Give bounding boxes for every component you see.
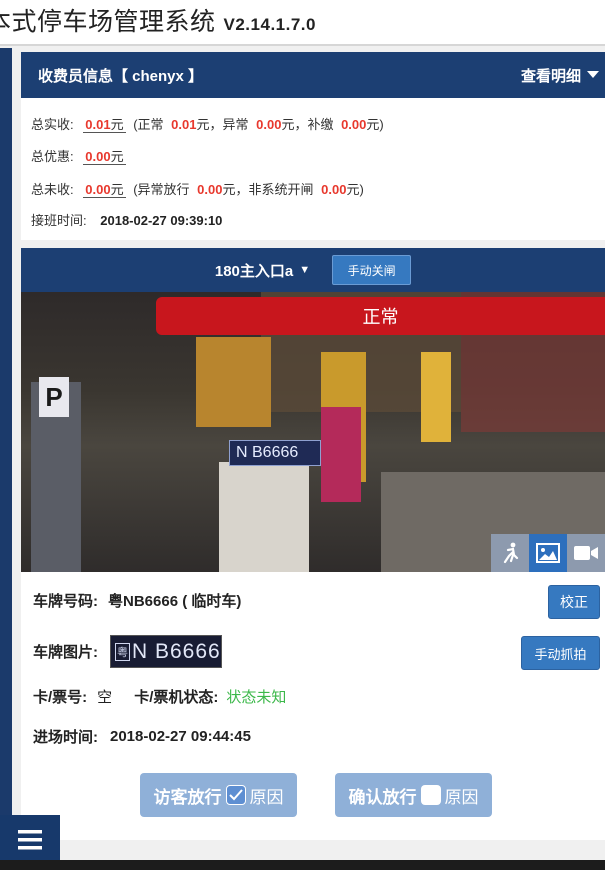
gate-select[interactable]: 180主入口a ▼ — [215, 260, 310, 281]
left-sidebar-strip — [0, 48, 12, 870]
plate-number-label: 车牌号码: — [33, 593, 98, 610]
plate-image-prefix: 粤 — [115, 642, 130, 661]
cashier-header-title: 收费员信息【 chenyx 】 — [38, 67, 204, 85]
yuan-unit: 元 — [110, 182, 124, 197]
app-title-text: 本式停车场管理系统 — [0, 8, 216, 36]
parking-sign: P — [39, 377, 69, 417]
app-version: V2.14.1.7.0 — [223, 15, 316, 34]
supplement-label: 元，补缴 — [281, 117, 334, 132]
confirm-reason-checkbox[interactable] — [420, 785, 441, 805]
confirm-release-label[interactable]: 确认放行 — [349, 783, 417, 808]
scene-cabinet — [219, 462, 309, 572]
shift-time-line: 接班时间: 2018-02-27 09:39:10 — [31, 210, 222, 229]
title-bar: 本式停车场管理系统 V2.14.1.7.0 — [0, 0, 605, 46]
total-discount-amount-box: 0.00元 — [83, 149, 126, 165]
total-received-amount-box: 0.01元 — [83, 117, 126, 133]
plate-image-text: N B6666 — [132, 639, 221, 663]
supplement-value: 0.00 — [341, 117, 367, 132]
confirm-reason-label[interactable]: 原因 — [445, 783, 479, 808]
scene-door — [196, 337, 271, 427]
caret-down-icon — [587, 71, 599, 78]
camera-plate: N B6666 — [229, 440, 321, 466]
card-number-value: 空 — [97, 689, 113, 706]
visitor-release-button[interactable]: 访客放行 原因 — [140, 773, 297, 817]
scene-terminal — [421, 352, 451, 442]
visitor-release-label[interactable]: 访客放行 — [154, 783, 222, 808]
shift-time-label: 接班时间: — [31, 213, 87, 228]
gate-panel-header: 180主入口a ▼ 手动关闸 — [21, 248, 605, 292]
plate-number-value: 粤NB6666 ( 临时车) — [108, 593, 242, 610]
nonsystem-open-label: 元，非系统开闸 — [222, 182, 314, 197]
total-unpaid-line: 总未收: 0.00元 (异常放行 0.00元，非系统开闸 0.00元) — [31, 179, 364, 198]
card-machine-status-label: 卡/票机状态: — [134, 689, 219, 706]
plate-image-row: 车牌图片: 粤 N B6666 — [33, 635, 222, 668]
total-received-value: 0.01 — [85, 117, 111, 132]
card-row: 卡/票号: 空 卡/票机状态: 状态未知 — [33, 686, 286, 707]
nonsystem-open-value: 0.00 — [321, 182, 347, 197]
entry-time-label: 进场时间: — [33, 729, 98, 746]
plate-image-label: 车牌图片: — [33, 644, 98, 661]
card-machine-status-value: 状态未知 — [226, 689, 287, 706]
abnormal-release-value: 0.00 — [197, 182, 223, 197]
total-received-line: 总实收: 0.01元 (正常 0.01元，异常 0.00元，补缴 0.00元) — [31, 114, 384, 133]
camera-feed: P N B6666 正常 — [21, 292, 605, 572]
visitor-reason-checkbox[interactable] — [225, 785, 246, 805]
hamburger-menu-icon[interactable] — [0, 815, 60, 865]
image-icon[interactable] — [529, 534, 567, 572]
total-received-label: 总实收: — [31, 117, 74, 132]
camera-mode-bar — [491, 534, 605, 572]
camera-plate-text: N B6666 — [236, 444, 299, 461]
close-paren: 元) — [346, 182, 364, 197]
shift-time-value: 2018-02-27 09:39:10 — [100, 213, 223, 228]
camera-status-banner: 正常 — [156, 297, 605, 335]
manual-capture-button[interactable]: 手动抓拍 — [521, 636, 600, 670]
normal-value: 0.01 — [171, 117, 197, 132]
bottom-bar — [0, 860, 605, 870]
abnormal-value: 0.00 — [256, 117, 282, 132]
chevron-down-icon: ▼ — [299, 264, 311, 276]
gate-name[interactable]: 180主入口a — [215, 260, 293, 281]
abnormal-release-label: (异常放行 — [133, 182, 190, 197]
confirm-release-button[interactable]: 确认放行 原因 — [335, 773, 492, 817]
person-walking-icon[interactable] — [491, 534, 529, 572]
abnormal-label: 元，异常 — [196, 117, 249, 132]
app-title: 本式停车场管理系统 V2.14.1.7.0 — [0, 2, 316, 38]
card-number-label: 卡/票号: — [33, 689, 88, 706]
total-discount-line: 总优惠: 0.00元 — [31, 146, 126, 165]
yuan-unit: 元 — [110, 117, 124, 132]
normal-label: (正常 — [133, 117, 164, 132]
correct-button[interactable]: 校正 — [548, 585, 600, 619]
close-paren: 元) — [366, 117, 384, 132]
total-unpaid-label: 总未收: — [31, 182, 74, 197]
manual-close-gate-button[interactable]: 手动关闸 — [332, 255, 412, 285]
gate-panel: 180主入口a ▼ 手动关闸 P N B6666 正常 车牌号码: 粤NB666… — [21, 248, 605, 840]
total-unpaid-value: 0.00 — [85, 182, 111, 197]
cashier-panel-header: 收费员信息【 chenyx 】 查看明细 — [21, 52, 605, 98]
total-unpaid-amount-box: 0.00元 — [83, 182, 126, 198]
total-discount-value: 0.00 — [85, 149, 111, 164]
check-icon — [228, 789, 243, 801]
view-detail-dropdown[interactable]: 查看明细 — [521, 65, 599, 86]
entry-time-value: 2018-02-27 09:44:45 — [110, 728, 251, 745]
view-detail-label[interactable]: 查看明细 — [521, 65, 581, 86]
entry-time-row: 进场时间: 2018-02-27 09:44:45 — [33, 726, 251, 747]
total-discount-label: 总优惠: — [31, 149, 74, 164]
cashier-info-panel: 收费员信息【 chenyx 】 查看明细 总实收: 0.01元 (正常 0.01… — [21, 52, 605, 240]
plate-number-row: 车牌号码: 粤NB6666 ( 临时车) — [33, 590, 241, 611]
plate-image-thumbnail: 粤 N B6666 — [110, 635, 222, 668]
visitor-reason-label[interactable]: 原因 — [250, 783, 284, 808]
yuan-unit: 元 — [110, 149, 124, 164]
scene-chair — [321, 407, 361, 502]
video-camera-icon[interactable] — [567, 534, 605, 572]
